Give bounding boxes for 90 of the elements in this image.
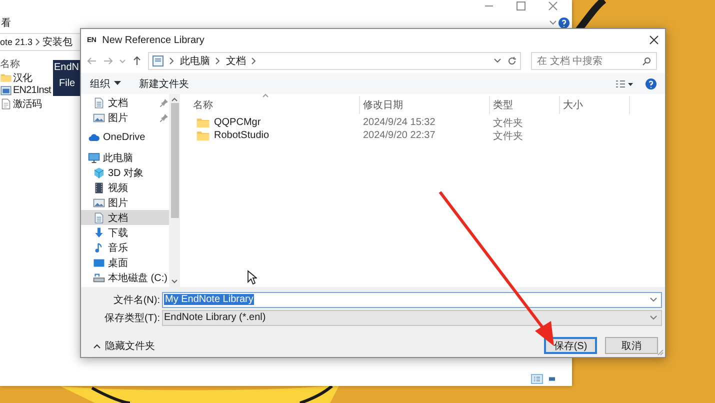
file-name[interactable]: 激活码 — [13, 96, 42, 110]
type-text: 文件夹 — [492, 130, 524, 142]
dialog-button[interactable]: 保存(S) — [544, 337, 597, 354]
search-field[interactable]: 在 文档 中搜索 — [531, 52, 657, 70]
nav-item[interactable]: 桌面 — [81, 255, 169, 270]
view-options-icon[interactable] — [615, 78, 633, 88]
help-icon[interactable] — [645, 78, 657, 90]
search-icon[interactable] — [642, 56, 651, 66]
chevron-right-icon — [169, 57, 175, 65]
address-bar[interactable]: 此电脑 文档 — [148, 52, 521, 70]
nav-item[interactable]: 本地磁盘 (C:) — [81, 270, 169, 285]
chevron-right-icon — [34, 38, 41, 46]
date-text: 2024/9/20 22:37 — [362, 130, 436, 141]
drive-icon — [93, 272, 105, 284]
picture-icon — [93, 112, 105, 124]
help-icon[interactable] — [558, 17, 570, 29]
nav-item[interactable]: 文档 — [81, 95, 169, 110]
column-header[interactable]: 大小 — [560, 96, 630, 114]
folder-icon — [196, 116, 210, 130]
music-note-icon — [93, 242, 105, 254]
download-arrow-icon — [93, 226, 105, 238]
folder-icon — [196, 128, 210, 142]
scroll-up-icon[interactable] — [171, 97, 178, 102]
nav-item[interactable]: 图片 — [81, 195, 169, 210]
toolbar-button[interactable]: 新建文件夹 — [136, 74, 192, 92]
close-icon[interactable] — [649, 35, 659, 45]
app-title: EndN — [54, 62, 80, 75]
chevron-down-icon[interactable] — [548, 19, 558, 27]
scrollbar-thumb[interactable] — [170, 103, 178, 218]
nav-item[interactable]: 3D 对象 — [81, 165, 169, 180]
date-text: 2024/9/24 15:32 — [362, 117, 436, 128]
nav-item[interactable]: OneDrive — [81, 130, 169, 145]
breadcrumb-item[interactable]: 文档 — [226, 54, 246, 68]
document-icon — [93, 96, 105, 108]
column-header[interactable]: 类型 — [490, 96, 560, 114]
details-view-icon[interactable] — [531, 374, 543, 384]
breadcrumb-item[interactable]: ote 21.3 — [0, 37, 33, 47]
field-label: 文件名(N): — [112, 294, 160, 306]
toolbar-button[interactable]: 组织 — [87, 74, 124, 92]
nav-item[interactable]: 文档 — [81, 210, 169, 225]
caret-icon — [114, 81, 121, 86]
screen-icon — [93, 256, 105, 268]
menu-item[interactable]: File — [54, 78, 76, 94]
computer-icon — [152, 55, 164, 67]
cube-icon — [93, 166, 105, 178]
breadcrumb-item[interactable]: 安装包 — [42, 35, 73, 49]
large-icons-view-icon[interactable] — [546, 374, 558, 384]
file-name[interactable]: QQPCMgr — [214, 117, 261, 128]
pin-icon — [160, 114, 168, 122]
caret-up-icon — [93, 342, 101, 348]
film-icon — [93, 182, 105, 194]
cloud-icon — [88, 132, 100, 144]
resize-grip-icon[interactable] — [657, 349, 664, 356]
ribbon-tab[interactable]: 看 — [1, 16, 11, 30]
dialog-title: New Reference Library — [102, 34, 204, 46]
refresh-icon[interactable] — [507, 56, 517, 66]
nav-item[interactable]: 图片 — [81, 110, 169, 125]
file-type-dropdown[interactable]: EndNote Library (*.enl) — [162, 310, 662, 326]
filename-field[interactable]: My EndNote Library — [162, 292, 662, 308]
monitor-icon — [88, 152, 100, 164]
nav-item[interactable]: 音乐 — [81, 240, 169, 255]
type-text: 文件夹 — [492, 116, 524, 130]
maximize-icon[interactable] — [516, 1, 526, 11]
picture-icon — [93, 196, 105, 208]
chevron-down-icon[interactable] — [493, 57, 502, 65]
file-name[interactable]: 汉化 — [13, 70, 32, 84]
pin-icon — [160, 98, 168, 106]
file-name[interactable]: RobotStudio — [214, 130, 270, 141]
document-icon — [93, 212, 105, 224]
column-header[interactable]: 名称 — [190, 96, 360, 114]
chevron-right-icon — [251, 57, 257, 65]
column-header[interactable]: 修改日期 — [360, 96, 490, 114]
nav-item[interactable]: 视频 — [81, 180, 169, 195]
hide-folders-toggle[interactable]: 隐藏文件夹 — [87, 338, 161, 354]
chevron-down-icon — [649, 296, 658, 304]
file-name[interactable]: EN21Inst — [13, 85, 51, 96]
chevron-down-icon — [649, 314, 658, 322]
mouse-pointer-icon — [247, 270, 257, 285]
field-label: 保存类型(T): — [103, 312, 160, 324]
scroll-down-icon[interactable] — [171, 279, 178, 284]
nav-item[interactable]: 下载 — [81, 225, 169, 240]
up-arrow-icon[interactable] — [132, 56, 142, 66]
nav-item[interactable]: 此电脑 — [81, 150, 169, 165]
sort-up-icon — [262, 93, 269, 98]
folder-icon — [0, 72, 12, 84]
dialog-button[interactable]: 取消 — [605, 337, 658, 354]
column-header[interactable]: 名称 — [0, 57, 20, 71]
app-icon — [0, 84, 12, 96]
chevron-right-icon — [215, 57, 221, 65]
breadcrumb-item[interactable]: 此电脑 — [180, 54, 210, 68]
